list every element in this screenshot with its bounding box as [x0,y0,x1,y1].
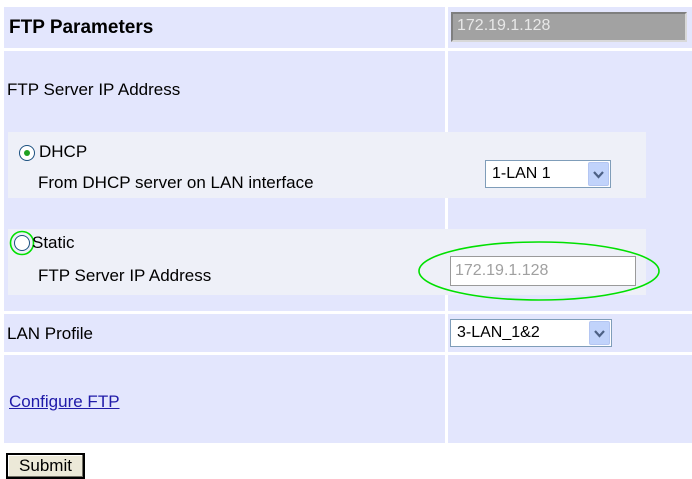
dhcp-interface-select[interactable]: 1-LAN 1 [485,160,611,188]
submit-button[interactable]: Submit [6,453,85,479]
configure-ftp-link[interactable]: Configure FTP [9,392,120,412]
page-title: FTP Parameters [9,17,154,38]
current-ip-display: 172.19.1.128 [451,12,687,42]
dhcp-interface-value: 1-LAN 1 [492,165,551,182]
lan-profile-value: 3-LAN_1&2 [457,324,540,341]
dhcp-description: From DHCP server on LAN interface [38,173,314,192]
lan-profile-select[interactable]: 3-LAN_1&2 [450,319,612,347]
server-ip-section-label: FTP Server IP Address [7,80,181,99]
chevron-down-icon[interactable] [589,321,610,345]
chevron-down-icon[interactable] [588,162,609,186]
dhcp-radio[interactable] [19,145,35,161]
configure-empty-cell [448,355,692,443]
highlight-ellipse-icon [418,241,660,301]
static-label: Static [32,233,75,252]
lan-profile-label: LAN Profile [7,324,93,343]
dhcp-label: DHCP [39,142,88,161]
dhcp-radio-dot [24,150,30,156]
static-ip-field-label: FTP Server IP Address [38,266,212,285]
